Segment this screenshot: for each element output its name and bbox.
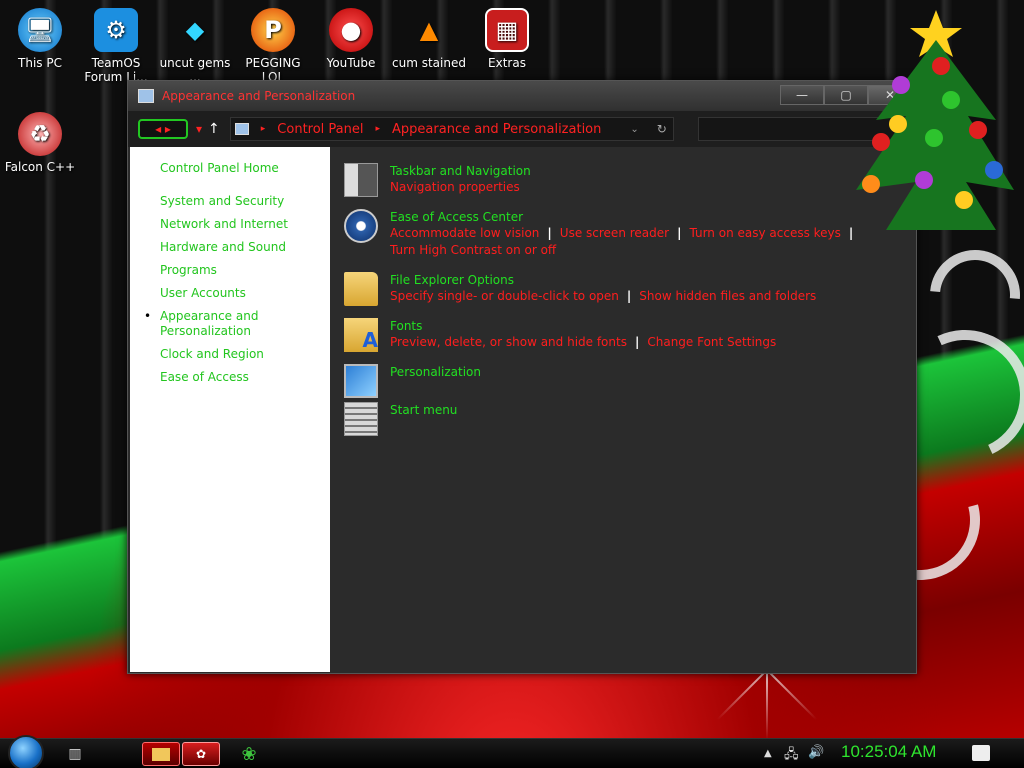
diamond-icon: ◆ <box>185 16 205 44</box>
category-link[interactable]: Accommodate low vision <box>390 226 539 240</box>
desktop-icon-label: This PC <box>18 56 62 70</box>
category-list: Taskbar and Navigation Navigation proper… <box>344 163 904 440</box>
breadcrumb-separator: ▸ <box>260 124 266 134</box>
desktop-icon-label: YouTube <box>326 56 376 70</box>
desktop-icon-falcon[interactable]: ♻ Falcon C++ <box>0 112 80 174</box>
desktop-icon-extras[interactable]: ▦ Extras <box>467 8 547 70</box>
category-link[interactable]: Turn High Contrast on or off <box>390 243 556 257</box>
category-title[interactable]: Taskbar and Navigation <box>390 163 531 179</box>
folder-options-icon <box>344 272 378 306</box>
notification-center-icon[interactable] <box>972 745 990 761</box>
computer-icon: 🖥 <box>18 8 62 52</box>
sidebar-item-clock-region[interactable]: Clock and Region <box>160 347 330 362</box>
link-divider: | <box>626 289 632 303</box>
category-link[interactable]: Preview, delete, or show and hide fonts <box>390 335 627 349</box>
recent-locations-button[interactable]: ▾ <box>196 122 202 136</box>
category-link[interactable]: Change Font Settings <box>647 335 776 349</box>
start-menu-icon <box>344 402 378 436</box>
title-bar[interactable]: Appearance and Personalization — ▢ ✕ <box>128 81 916 111</box>
desktop-icon-uncut-gems[interactable]: ◆ uncut gems ... <box>155 8 235 84</box>
sidebar-item-appearance-personalization[interactable]: Appearance and Personalization <box>144 309 270 339</box>
category-title[interactable]: Fonts <box>390 318 776 334</box>
game-icon: P <box>251 8 295 52</box>
window-title: Appearance and Personalization <box>162 89 356 103</box>
personalization-icon <box>344 364 378 398</box>
sidebar-item-programs[interactable]: Programs <box>160 263 330 278</box>
address-bar[interactable]: ▸ Control Panel ▸ Appearance and Persona… <box>229 117 674 141</box>
control-panel-taskbar-icon[interactable]: ✿ <box>182 742 220 766</box>
sidebar-control-panel-home[interactable]: Control Panel Home <box>160 161 330 176</box>
christmas-tree-icon <box>856 10 1014 230</box>
gear-icon: ⚙ <box>94 8 138 52</box>
link-divider: | <box>677 226 682 240</box>
navigation-bar: ◂ ▸ ▾ ↑ ▸ Control Panel ▸ Appearance and… <box>128 111 916 147</box>
category-title[interactable]: Personalization <box>390 364 481 380</box>
link-divider: | <box>634 335 640 349</box>
category-title[interactable]: File Explorer Options <box>390 272 816 288</box>
recycle-icon: ♻ <box>18 112 62 156</box>
ease-of-access-icon <box>344 209 378 243</box>
category-start-menu: Start menu <box>344 402 904 436</box>
sidebar-item-network-internet[interactable]: Network and Internet <box>160 217 330 232</box>
category-link[interactable]: Show hidden files and folders <box>639 289 816 303</box>
category-link[interactable]: Navigation properties <box>390 180 520 194</box>
sidebar-item-hardware-sound[interactable]: Hardware and Sound <box>160 240 330 255</box>
category-link[interactable]: Specify single- or double-click to open <box>390 289 619 303</box>
taskbar: ▥ ✿ ❀ ▲ 🖧 🔊 10:25:04 AM <box>0 735 1024 768</box>
angry-bird-icon: ● <box>329 8 373 52</box>
taskbar-clock[interactable]: 10:25:04 AM <box>841 742 936 762</box>
category-link[interactable]: Turn on easy access keys <box>689 226 840 240</box>
category-fonts: A Fonts Preview, delete, or show and hid… <box>344 318 904 358</box>
start-button[interactable] <box>8 735 44 768</box>
breadcrumb-control-panel[interactable]: Control Panel <box>277 122 363 137</box>
task-view-icon[interactable]: ▥ <box>56 742 94 766</box>
sidebar-item-ease-of-access[interactable]: Ease of Access <box>160 370 330 385</box>
category-title[interactable]: Start menu <box>390 402 457 418</box>
control-panel-window: Appearance and Personalization — ▢ ✕ ◂ ▸… <box>127 80 917 674</box>
volume-icon[interactable]: 🔊 <box>808 745 824 760</box>
link-divider: | <box>547 226 552 240</box>
desktop-icon-youtube[interactable]: ● YouTube <box>311 8 391 70</box>
category-file-explorer-options: File Explorer Options Specify single- or… <box>344 272 904 312</box>
minimize-button[interactable]: — <box>780 85 824 105</box>
address-dropdown-icon[interactable]: ⌄ <box>630 124 638 135</box>
desktop-icon-teamos[interactable]: ⚙ TeamOS Forum Li... <box>76 8 156 84</box>
network-icon[interactable]: 🖧 <box>784 745 799 767</box>
wreath-taskbar-icon[interactable]: ❀ <box>230 742 268 766</box>
back-forward-buttons[interactable]: ◂ ▸ <box>138 119 188 139</box>
taskbar-icon <box>344 163 378 197</box>
sidebar-item-user-accounts[interactable]: User Accounts <box>160 286 330 301</box>
desktop-icon-pegging[interactable]: P PEGGING LOL <box>233 8 313 84</box>
refresh-icon[interactable]: ↻ <box>657 122 667 136</box>
category-taskbar-navigation: Taskbar and Navigation Navigation proper… <box>344 163 904 203</box>
desktop-icon-this-pc[interactable]: 🖥 This PC <box>0 8 80 70</box>
folder-icon <box>152 747 170 761</box>
breadcrumb-appearance[interactable]: Appearance and Personalization <box>392 122 601 137</box>
file-explorer-taskbar-icon[interactable] <box>142 742 180 766</box>
category-personalization: Personalization <box>344 364 904 398</box>
fonts-icon: A <box>344 318 378 352</box>
desktop-icon-label: Falcon C++ <box>4 160 76 174</box>
breadcrumb-separator: ▸ <box>375 124 381 134</box>
category-title[interactable]: Ease of Access Center <box>390 209 861 225</box>
category-link[interactable]: Use screen reader <box>560 226 669 240</box>
desktop-icon-cum-stained[interactable]: ▲ cum stained <box>389 8 469 70</box>
control-panel-icon <box>138 89 154 103</box>
box-icon: ▦ <box>485 8 529 52</box>
address-folder-icon <box>234 123 249 135</box>
show-hidden-icons[interactable]: ▲ <box>764 748 772 759</box>
category-ease-of-access: Ease of Access Center Accommodate low vi… <box>344 209 904 266</box>
sidebar: Control Panel Home System and Security N… <box>130 147 330 672</box>
up-button[interactable]: ↑ <box>208 121 220 137</box>
desktop-icon-label: cum stained <box>392 56 466 70</box>
traffic-cone-icon: ▲ <box>419 16 439 44</box>
sidebar-item-system-security[interactable]: System and Security <box>160 194 330 209</box>
desktop-icon-label: Extras <box>488 56 526 70</box>
